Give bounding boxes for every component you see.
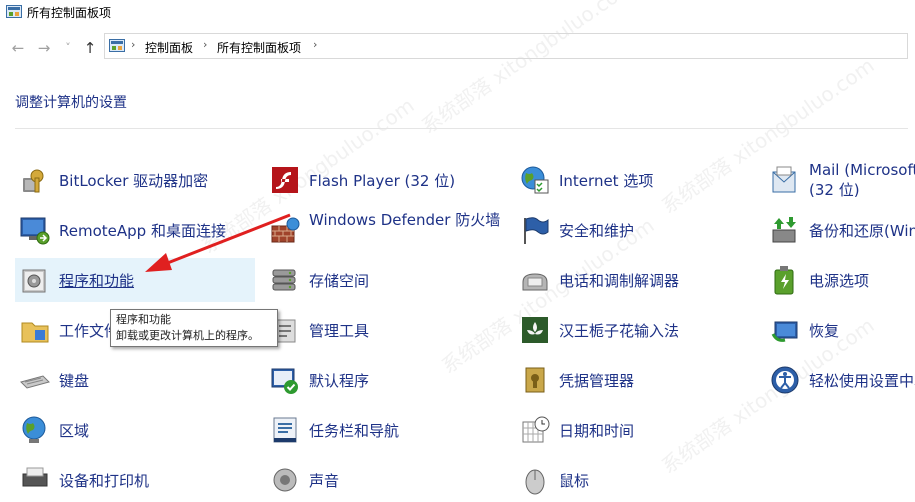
annotation-arrow xyxy=(145,213,291,272)
